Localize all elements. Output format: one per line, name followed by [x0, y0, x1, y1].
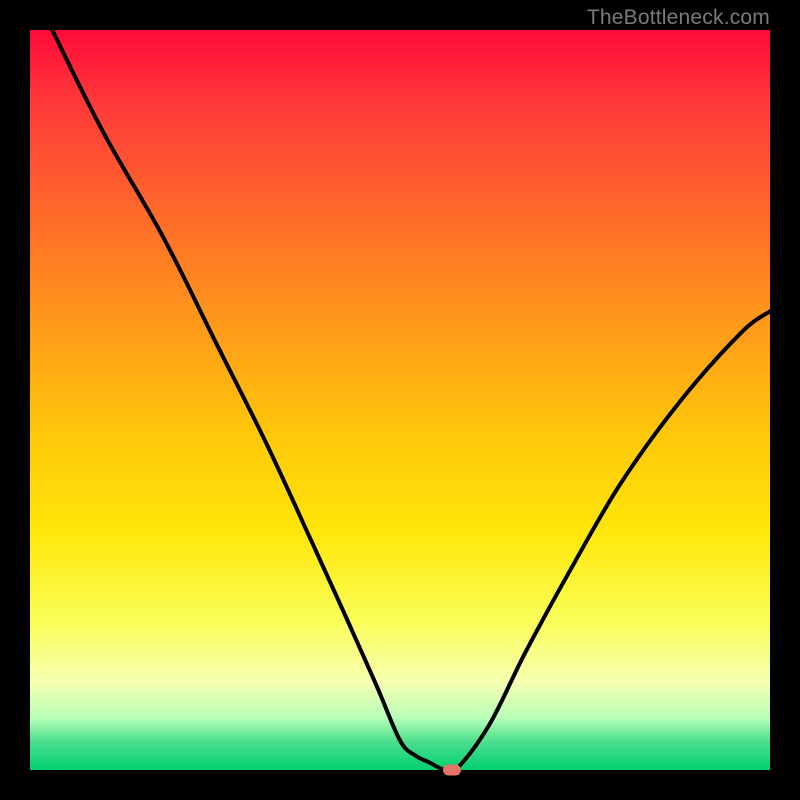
bottleneck-curve: [30, 30, 770, 770]
plot-area: [30, 30, 770, 770]
chart-frame: TheBottleneck.com: [0, 0, 800, 800]
optimal-point-marker: [443, 765, 461, 776]
curve-path: [52, 30, 770, 770]
attribution-text: TheBottleneck.com: [587, 6, 770, 30]
